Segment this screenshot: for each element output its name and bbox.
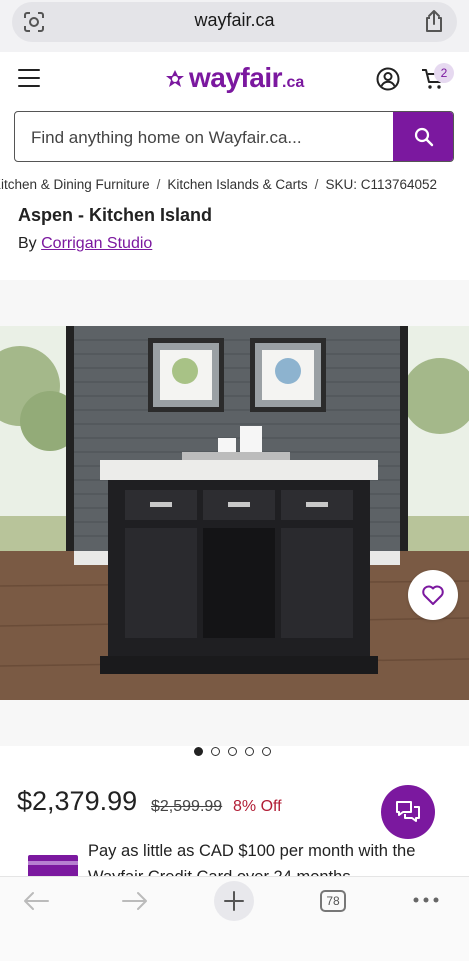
- search-input[interactable]: Find anything home on Wayfair.ca...: [31, 128, 302, 148]
- breadcrumb-item[interactable]: Kitchen & Dining Furniture: [0, 177, 150, 192]
- tab-count-button[interactable]: 78: [320, 890, 346, 912]
- logo-word: wayfair: [189, 62, 283, 93]
- logo-mark-icon: [166, 70, 184, 87]
- gallery-dot[interactable]: [245, 747, 254, 756]
- breadcrumb-separator: /: [156, 177, 161, 192]
- logo-suffix: .ca: [282, 74, 305, 91]
- product-byline: By Corrigan Studio: [18, 235, 152, 253]
- sale-price: $2,379.99: [17, 786, 138, 816]
- chat-icon: [396, 801, 420, 822]
- plus-icon: [224, 891, 244, 911]
- chat-button[interactable]: [381, 785, 435, 839]
- wayfair-logo[interactable]: wayfair .ca: [164, 62, 304, 94]
- back-icon[interactable]: [22, 891, 50, 911]
- sku-label: SKU: C113764052: [325, 177, 438, 192]
- brand-link[interactable]: Corrigan Studio: [41, 235, 152, 252]
- breadcrumb: Kitchen & Dining Furniture / Kitchen Islan…: [0, 177, 469, 192]
- breadcrumb-item[interactable]: Kitchen Islands & Carts: [167, 177, 307, 192]
- original-price: $2,599.99: [151, 798, 223, 815]
- new-tab-button[interactable]: [214, 881, 254, 921]
- product-image[interactable]: [0, 326, 469, 700]
- gallery-dot[interactable]: [194, 747, 203, 756]
- gallery-pagination: [194, 747, 271, 756]
- search-icon: [414, 127, 434, 147]
- hamburger-menu-icon[interactable]: [18, 69, 40, 87]
- product-gallery[interactable]: [0, 280, 469, 746]
- discount-label: 8% Off: [233, 798, 282, 815]
- favorite-button[interactable]: [408, 570, 458, 620]
- more-options-icon[interactable]: [413, 897, 439, 903]
- gallery-dot[interactable]: [262, 747, 271, 756]
- site-header: wayfair .ca 2: [0, 52, 469, 106]
- cart-count-badge[interactable]: 2: [434, 63, 454, 83]
- search-button[interactable]: [393, 112, 453, 161]
- breadcrumb-separator: /: [314, 177, 319, 192]
- url-text[interactable]: wayfair.ca: [0, 10, 469, 31]
- browser-url-bar: wayfair.ca: [0, 0, 469, 52]
- search-bar[interactable]: Find anything home on Wayfair.ca...: [14, 111, 454, 162]
- share-icon[interactable]: [423, 9, 445, 33]
- by-label: By: [18, 235, 37, 252]
- heart-icon: [422, 585, 444, 605]
- gallery-dot[interactable]: [228, 747, 237, 756]
- forward-icon[interactable]: [121, 891, 149, 911]
- product-title: Aspen - Kitchen Island: [18, 205, 213, 225]
- account-icon[interactable]: [376, 67, 400, 91]
- gallery-dot[interactable]: [211, 747, 220, 756]
- browser-toolbar: 78: [0, 876, 469, 961]
